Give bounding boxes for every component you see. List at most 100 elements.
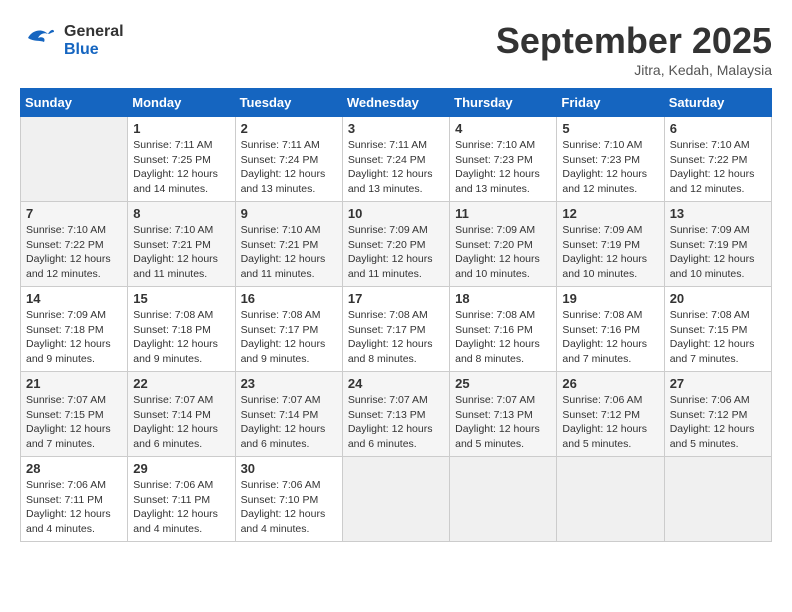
day-info: Sunrise: 7:08 AMSunset: 7:16 PMDaylight:… (562, 308, 658, 367)
logo-bird-icon (20, 20, 56, 61)
day-info: Sunrise: 7:11 AMSunset: 7:24 PMDaylight:… (241, 138, 337, 197)
day-info: Sunrise: 7:07 AMSunset: 7:13 PMDaylight:… (348, 393, 444, 452)
day-number: 30 (241, 461, 337, 476)
day-cell: 2 Sunrise: 7:11 AMSunset: 7:24 PMDaylight… (235, 117, 342, 202)
day-cell: 3Sunrise: 7:11 AMSunset: 7:24 PMDaylight… (342, 117, 449, 202)
day-info: Sunrise: 7:06 AMSunset: 7:12 PMDaylight:… (670, 393, 766, 452)
column-header-wednesday: Wednesday (342, 89, 449, 117)
day-cell: 8 Sunrise: 7:10 AMSunset: 7:21 PMDaylight… (128, 202, 235, 287)
day-number: 4 (455, 121, 551, 136)
day-cell (664, 457, 771, 542)
day-cell: 24Sunrise: 7:07 AMSunset: 7:13 PMDayligh… (342, 372, 449, 457)
day-info: Sunrise: 7:07 AMSunset: 7:14 PMDaylight:… (241, 393, 337, 452)
day-cell: 22Sunrise: 7:07 AMSunset: 7:14 PMDayligh… (128, 372, 235, 457)
calendar-body: 1 Sunrise: 7:11 AMSunset: 7:25 PMDaylight… (21, 117, 772, 542)
week-row-5: 28 Sunrise: 7:06 AMSunset: 7:11 PMDayligh… (21, 457, 772, 542)
day-number: 8 (133, 206, 229, 221)
day-number: 6 (670, 121, 766, 136)
day-info: Sunrise: 7:09 AMSunset: 7:20 PMDaylight:… (455, 223, 551, 282)
day-cell: 1 Sunrise: 7:11 AMSunset: 7:25 PMDaylight… (128, 117, 235, 202)
day-cell: 7Sunrise: 7:10 AMSunset: 7:22 PMDaylight… (21, 202, 128, 287)
column-header-friday: Friday (557, 89, 664, 117)
day-number: 26 (562, 376, 658, 391)
week-row-4: 21 Sunrise: 7:07 AMSunset: 7:15 PMDayligh… (21, 372, 772, 457)
day-cell: 19 Sunrise: 7:08 AMSunset: 7:16 PMDayligh… (557, 287, 664, 372)
day-cell: 16 Sunrise: 7:08 AMSunset: 7:17 PMDayligh… (235, 287, 342, 372)
day-cell: 27 Sunrise: 7:06 AMSunset: 7:12 PMDayligh… (664, 372, 771, 457)
day-number: 25 (455, 376, 551, 391)
day-number: 5 (562, 121, 658, 136)
logo-text: General Blue (64, 23, 124, 59)
column-header-thursday: Thursday (450, 89, 557, 117)
day-number: 10 (348, 206, 444, 221)
calendar-table: SundayMondayTuesdayWednesdayThursdayFrid… (20, 88, 772, 542)
page-header: General Blue September 2025 Jitra, Kedah… (20, 20, 772, 78)
day-info: Sunrise: 7:09 AMSunset: 7:19 PMDaylight:… (670, 223, 766, 282)
day-cell: 18Sunrise: 7:08 AMSunset: 7:16 PMDayligh… (450, 287, 557, 372)
location: Jitra, Kedah, Malaysia (496, 62, 772, 78)
day-cell: 20Sunrise: 7:08 AMSunset: 7:15 PMDayligh… (664, 287, 771, 372)
day-cell: 30 Sunrise: 7:06 AMSunset: 7:10 PMDayligh… (235, 457, 342, 542)
day-number: 11 (455, 206, 551, 221)
day-cell: 12 Sunrise: 7:09 AMSunset: 7:19 PMDayligh… (557, 202, 664, 287)
day-cell (21, 117, 128, 202)
day-number: 23 (241, 376, 337, 391)
column-header-saturday: Saturday (664, 89, 771, 117)
day-number: 22 (133, 376, 229, 391)
day-info: Sunrise: 7:10 AMSunset: 7:23 PMDaylight:… (455, 138, 551, 197)
day-number: 2 (241, 121, 337, 136)
day-info: Sunrise: 7:06 AMSunset: 7:11 PMDaylight:… (26, 478, 122, 537)
day-info: Sunrise: 7:08 AMSunset: 7:18 PMDaylight:… (133, 308, 229, 367)
day-number: 17 (348, 291, 444, 306)
day-cell: 4 Sunrise: 7:10 AMSunset: 7:23 PMDaylight… (450, 117, 557, 202)
day-number: 19 (562, 291, 658, 306)
column-header-sunday: Sunday (21, 89, 128, 117)
day-info: Sunrise: 7:11 AMSunset: 7:25 PMDaylight:… (133, 138, 229, 197)
day-cell: 21 Sunrise: 7:07 AMSunset: 7:15 PMDayligh… (21, 372, 128, 457)
week-row-1: 1 Sunrise: 7:11 AMSunset: 7:25 PMDaylight… (21, 117, 772, 202)
day-number: 28 (26, 461, 122, 476)
day-cell: 5Sunrise: 7:10 AMSunset: 7:23 PMDaylight… (557, 117, 664, 202)
day-number: 16 (241, 291, 337, 306)
month-title: September 2025 (496, 20, 772, 62)
day-number: 29 (133, 461, 229, 476)
day-info: Sunrise: 7:10 AMSunset: 7:21 PMDaylight:… (133, 223, 229, 282)
day-number: 9 (241, 206, 337, 221)
day-number: 21 (26, 376, 122, 391)
day-info: Sunrise: 7:09 AMSunset: 7:18 PMDaylight:… (26, 308, 122, 367)
day-info: Sunrise: 7:10 AMSunset: 7:22 PMDaylight:… (670, 138, 766, 197)
day-info: Sunrise: 7:09 AMSunset: 7:20 PMDaylight:… (348, 223, 444, 282)
day-info: Sunrise: 7:06 AMSunset: 7:10 PMDaylight:… (241, 478, 337, 537)
day-number: 14 (26, 291, 122, 306)
day-cell: 10 Sunrise: 7:09 AMSunset: 7:20 PMDayligh… (342, 202, 449, 287)
day-number: 18 (455, 291, 551, 306)
day-number: 20 (670, 291, 766, 306)
day-info: Sunrise: 7:10 AMSunset: 7:22 PMDaylight:… (26, 223, 122, 282)
day-cell: 11 Sunrise: 7:09 AMSunset: 7:20 PMDayligh… (450, 202, 557, 287)
day-number: 12 (562, 206, 658, 221)
day-info: Sunrise: 7:06 AMSunset: 7:11 PMDaylight:… (133, 478, 229, 537)
day-info: Sunrise: 7:08 AMSunset: 7:17 PMDaylight:… (241, 308, 337, 367)
day-cell: 23 Sunrise: 7:07 AMSunset: 7:14 PMDayligh… (235, 372, 342, 457)
day-number: 27 (670, 376, 766, 391)
day-cell (450, 457, 557, 542)
day-info: Sunrise: 7:07 AMSunset: 7:15 PMDaylight:… (26, 393, 122, 452)
logo: General Blue (20, 20, 124, 61)
day-cell: 14 Sunrise: 7:09 AMSunset: 7:18 PMDayligh… (21, 287, 128, 372)
day-cell: 6 Sunrise: 7:10 AMSunset: 7:22 PMDaylight… (664, 117, 771, 202)
day-cell (557, 457, 664, 542)
day-info: Sunrise: 7:09 AMSunset: 7:19 PMDaylight:… (562, 223, 658, 282)
day-number: 13 (670, 206, 766, 221)
day-cell: 28 Sunrise: 7:06 AMSunset: 7:11 PMDayligh… (21, 457, 128, 542)
day-info: Sunrise: 7:11 AMSunset: 7:24 PMDaylight:… (348, 138, 444, 197)
day-info: Sunrise: 7:06 AMSunset: 7:12 PMDaylight:… (562, 393, 658, 452)
day-info: Sunrise: 7:10 AMSunset: 7:21 PMDaylight:… (241, 223, 337, 282)
header-row: SundayMondayTuesdayWednesdayThursdayFrid… (21, 89, 772, 117)
day-cell: 15Sunrise: 7:08 AMSunset: 7:18 PMDayligh… (128, 287, 235, 372)
day-cell: 26 Sunrise: 7:06 AMSunset: 7:12 PMDayligh… (557, 372, 664, 457)
day-info: Sunrise: 7:08 AMSunset: 7:17 PMDaylight:… (348, 308, 444, 367)
day-info: Sunrise: 7:07 AMSunset: 7:13 PMDaylight:… (455, 393, 551, 452)
day-number: 1 (133, 121, 229, 136)
day-cell: 13 Sunrise: 7:09 AMSunset: 7:19 PMDayligh… (664, 202, 771, 287)
week-row-2: 7Sunrise: 7:10 AMSunset: 7:22 PMDaylight… (21, 202, 772, 287)
